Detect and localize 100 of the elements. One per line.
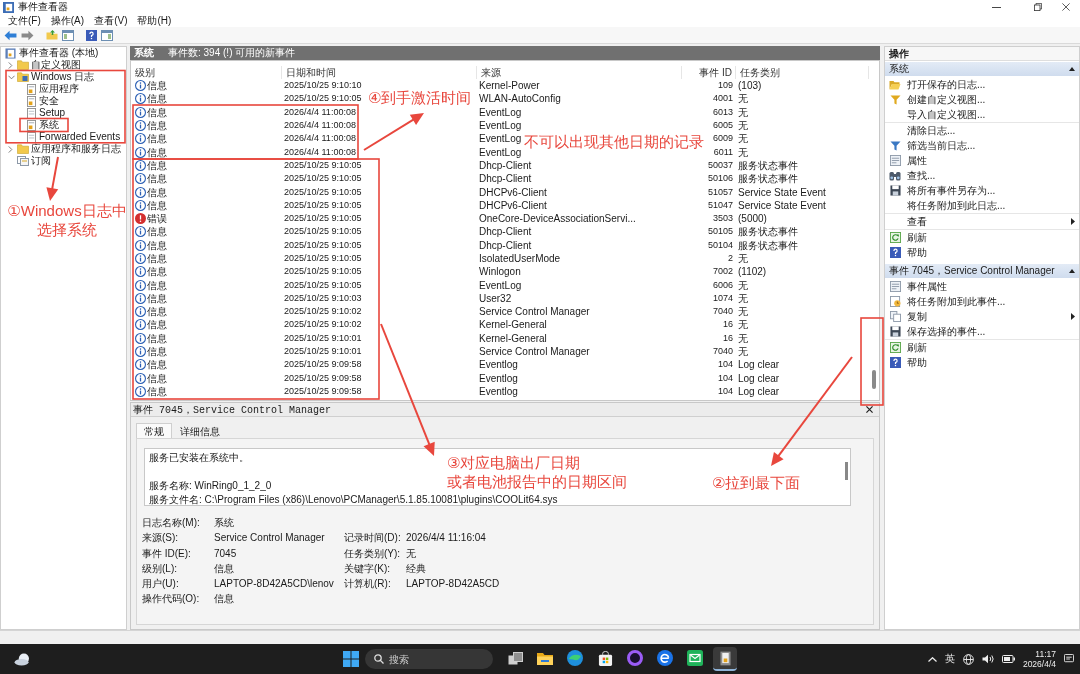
- section-header[interactable]: 事件 7045，Service Control Manager: [885, 264, 1079, 278]
- table-cell: 2025/10/25 9:09:58: [284, 358, 362, 372]
- action-item[interactable]: 帮助: [885, 355, 1079, 370]
- action-item[interactable]: 导入自定义视图...: [885, 107, 1079, 122]
- action-item[interactable]: 将任务附加到此事件...: [885, 294, 1079, 309]
- menu-item[interactable]: 文件(F): [3, 14, 46, 27]
- forward-arrow-icon[interactable]: [21, 29, 34, 41]
- table-cell: (5000): [738, 212, 767, 226]
- table-cell: 信息: [147, 238, 167, 252]
- clock-date[interactable]: 2026/4/4: [1022, 659, 1056, 669]
- column-header[interactable]: 级别: [131, 66, 282, 79]
- tree-item[interactable]: 自定义视图: [1, 59, 126, 71]
- collapse-arrow-icon[interactable]: [1069, 269, 1075, 273]
- table-cell: WLAN-AutoConfig: [479, 92, 561, 106]
- annotation-note: 不可以出现其他日期的记录: [524, 132, 704, 151]
- tree-item[interactable]: Setup: [1, 107, 126, 119]
- action-item[interactable]: 将所有事件另存为...: [885, 183, 1079, 198]
- cloud-icon[interactable]: [14, 652, 31, 666]
- refresh-icon: [889, 342, 901, 353]
- speaker-icon[interactable]: [981, 654, 994, 664]
- tree-item[interactable]: 安全: [1, 95, 126, 107]
- tab[interactable]: 详细信息: [172, 423, 228, 438]
- log-file-icon: [27, 119, 36, 131]
- input-indicator[interactable]: 英: [944, 652, 955, 666]
- table-cell: 51047: [707, 198, 733, 212]
- info-icon: [135, 332, 146, 344]
- table-cell: 7040: [712, 345, 733, 359]
- table-cell: Kernel-General: [479, 331, 547, 345]
- back-arrow-icon[interactable]: [4, 29, 17, 41]
- four-squares-icon[interactable]: [343, 651, 359, 667]
- table-cell: 信息: [147, 158, 167, 172]
- table-cell: 50104: [707, 238, 733, 252]
- action-item[interactable]: 查找...: [885, 168, 1079, 183]
- menu-item[interactable]: 帮助(H): [132, 14, 177, 27]
- folder-arrow-icon[interactable]: [46, 30, 58, 40]
- tree-item[interactable]: 事件查看器 (本地): [1, 47, 126, 59]
- menu-item[interactable]: 查看(V): [89, 14, 133, 27]
- action-item[interactable]: 打开保存的日志...: [885, 77, 1079, 92]
- search-field[interactable]: 搜索: [365, 649, 493, 669]
- table-cell: Dhcp-Client: [479, 172, 532, 186]
- tree-item[interactable]: 应用程序: [1, 83, 126, 95]
- action-item[interactable]: 创建自定义视图...: [885, 92, 1079, 107]
- column-header[interactable]: 事件 ID: [682, 66, 736, 79]
- action-item[interactable]: 将任务附加到此日志...: [885, 198, 1079, 213]
- panel-icon[interactable]: [62, 29, 74, 41]
- battery-icon[interactable]: [1001, 655, 1015, 663]
- action-item[interactable]: 刷新: [885, 230, 1079, 245]
- table-cell: 2025/10/25 9:10:03: [284, 291, 362, 305]
- column-header[interactable]: 来源: [477, 66, 682, 79]
- table-cell: 16: [723, 318, 733, 332]
- scrollbar-thumb[interactable]: [844, 462, 848, 480]
- table-cell: Service State Event: [738, 198, 826, 212]
- action-item[interactable]: 复制: [885, 309, 1079, 324]
- action-item[interactable]: 帮助: [885, 245, 1079, 260]
- tree-item[interactable]: 系统: [1, 119, 126, 131]
- table-cell: 信息: [147, 172, 167, 186]
- menu-item[interactable]: 操作(A): [45, 14, 90, 27]
- table-cell: 51057: [707, 185, 733, 199]
- table-cell: Winlogon: [479, 265, 521, 279]
- field-value: LAPTOP-8D42A5CD\lenov: [214, 578, 334, 590]
- action-item[interactable]: 刷新: [885, 340, 1079, 355]
- column-header[interactable]: 日期和时间: [282, 66, 477, 79]
- column-header[interactable]: 任务类别: [736, 66, 869, 79]
- help-icon[interactable]: [86, 29, 97, 41]
- table-cell: 信息: [147, 105, 167, 119]
- clock-time[interactable]: 11:17: [1035, 649, 1056, 659]
- table-cell: 信息: [147, 265, 167, 279]
- action-item[interactable]: 属性: [885, 153, 1079, 168]
- tree-item[interactable]: Forwarded Events: [1, 131, 126, 143]
- tab[interactable]: 常规: [136, 423, 172, 438]
- table-cell: 50106: [707, 172, 733, 186]
- tree-item[interactable]: Windows 日志: [1, 71, 126, 83]
- table-cell: 无: [738, 119, 748, 133]
- tree-item[interactable]: 订阅: [1, 155, 126, 167]
- field-label: 日志名称(M):: [142, 517, 200, 528]
- taskbar-button[interactable]: [713, 647, 737, 671]
- info-icon: [135, 346, 146, 358]
- action-item[interactable]: 查看: [885, 214, 1079, 229]
- table-cell: 无: [738, 331, 748, 345]
- action-item[interactable]: 事件属性: [885, 279, 1079, 294]
- action-item[interactable]: 清除日志...: [885, 123, 1079, 138]
- table-cell: 6013: [712, 105, 733, 119]
- table-cell: 信息: [147, 252, 167, 265]
- note-icon[interactable]: [1064, 654, 1074, 664]
- field-value: 经典: [406, 562, 426, 574]
- funnel-icon: [889, 140, 901, 151]
- action-item[interactable]: 筛选当前日志...: [885, 138, 1079, 153]
- info-icon: [135, 385, 146, 397]
- tree-item[interactable]: 应用程序和服务日志: [1, 143, 126, 155]
- scrollbar-thumb[interactable]: [872, 370, 876, 389]
- globe-icon[interactable]: [962, 653, 974, 665]
- minimize-icon: [991, 6, 1001, 8]
- collapse-arrow-icon[interactable]: [1069, 67, 1075, 71]
- section-header[interactable]: 系统: [885, 62, 1079, 76]
- panel-icon[interactable]: [101, 29, 113, 41]
- table-cell: 50105: [707, 225, 733, 239]
- close-button[interactable]: [864, 404, 875, 415]
- action-item[interactable]: 保存选择的事件...: [885, 324, 1079, 339]
- table-cell: 6011: [713, 145, 733, 159]
- chevron-up-icon[interactable]: [927, 656, 937, 662]
